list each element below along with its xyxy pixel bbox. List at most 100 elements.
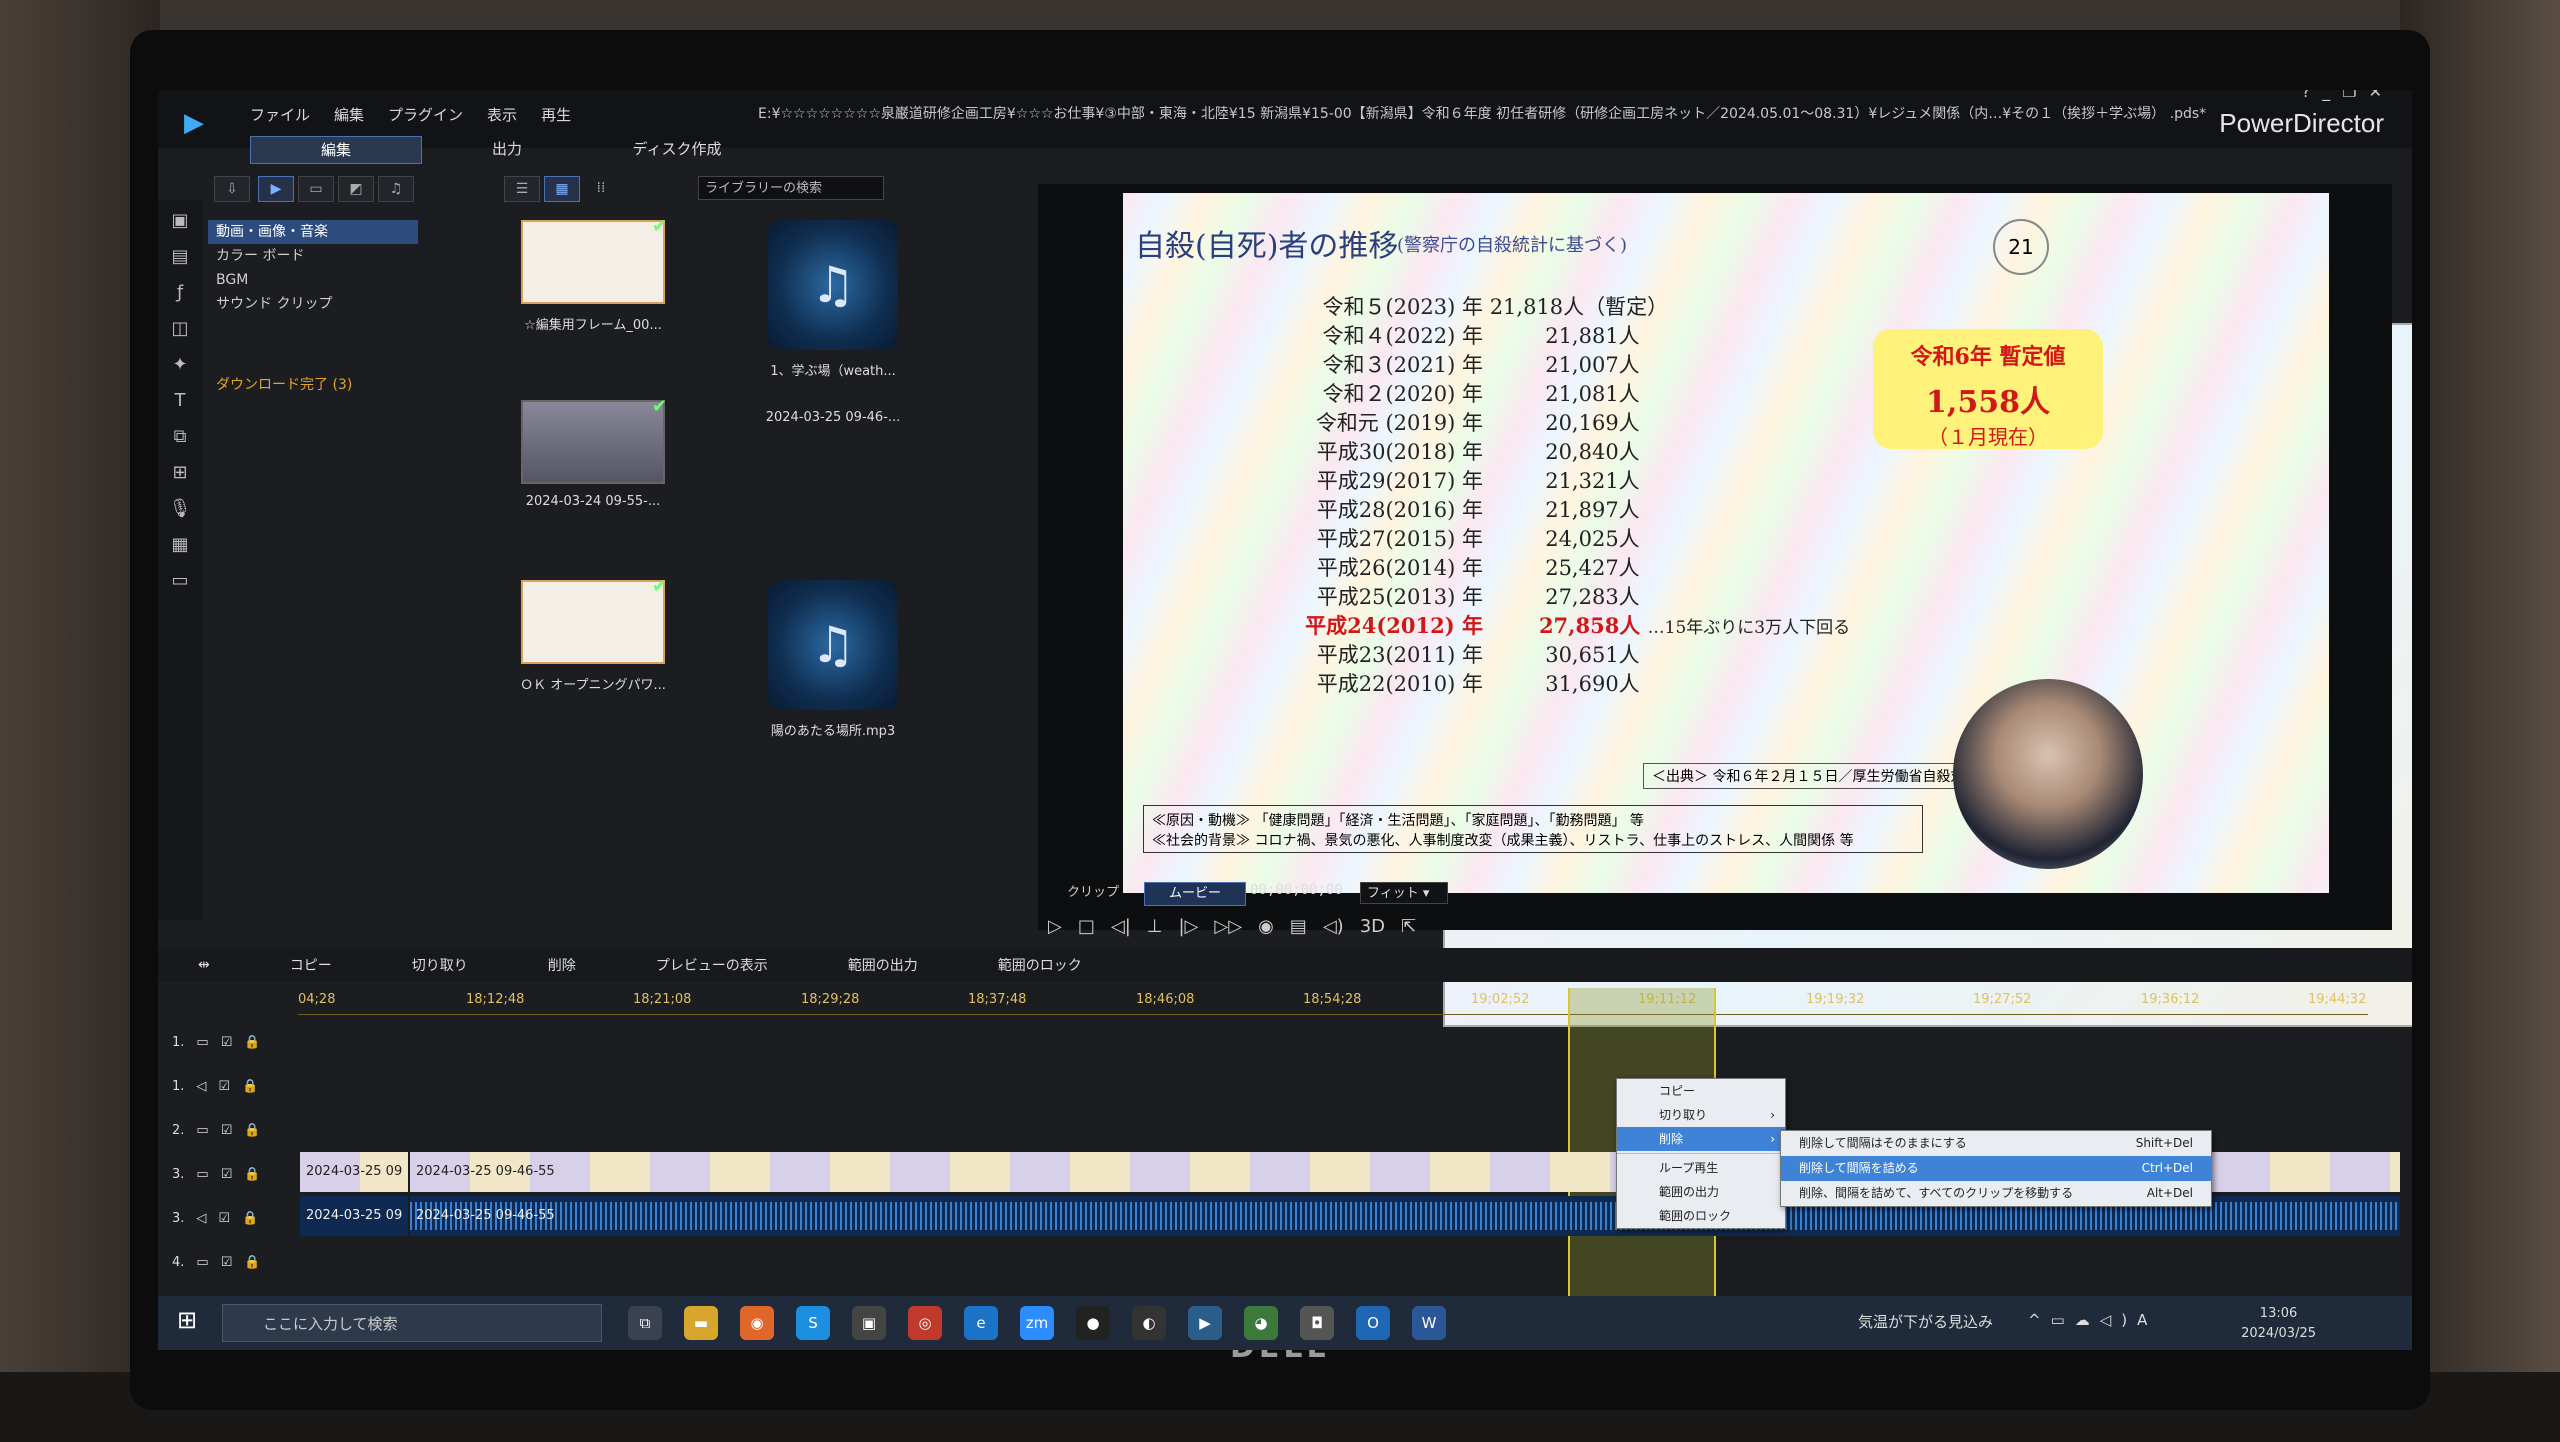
menu-item-delete[interactable]: 削除 › [1617, 1127, 1785, 1151]
audio-filter-icon[interactable]: ♫ [378, 176, 414, 202]
3d-toggle[interactable]: 3D [1360, 916, 1385, 937]
category-sound-clip[interactable]: サウンド クリップ [208, 292, 418, 316]
lock-icon[interactable]: 🔒 [244, 1123, 260, 1138]
track-enable-checkbox[interactable]: ☑ [218, 1211, 230, 1226]
restore-icon[interactable]: ❐ [2342, 90, 2356, 101]
library-item[interactable]: ♫ 1、学ぶ場（weath... [718, 220, 948, 390]
subtitle-room-icon[interactable]: ▭ [165, 566, 195, 596]
category-media[interactable]: 動画・画像・音楽 [208, 220, 418, 244]
task-view-icon[interactable]: ⧉ [628, 1306, 662, 1340]
next-frame-icon[interactable]: |▷ [1178, 916, 1198, 937]
lock-range-button[interactable]: 範囲のロック [958, 955, 1122, 975]
template-room-icon[interactable]: ▤ [165, 242, 195, 272]
chrome-icon[interactable]: ◕ [1244, 1306, 1278, 1340]
produce-range-button[interactable]: 範囲の出力 [808, 955, 958, 975]
camera-icon[interactable]: ◘ [1300, 1306, 1334, 1340]
fx-room-icon[interactable]: ƒ [165, 278, 195, 308]
library-search-input[interactable]: ライブラリーの検索 [698, 176, 884, 200]
tab-clip[interactable]: クリップ [1048, 882, 1138, 904]
menu-item-copy[interactable]: コピー [1617, 1079, 1785, 1103]
previous-frame-icon[interactable]: ◁| [1111, 916, 1131, 937]
minimize-icon[interactable]: _ [2322, 90, 2330, 101]
transition-room-icon[interactable]: ⧉ [165, 422, 195, 452]
word-icon[interactable]: W [1412, 1306, 1446, 1340]
app-icon[interactable]: ◎ [908, 1306, 942, 1340]
firefox-icon[interactable]: ◉ [740, 1306, 774, 1340]
cut-button[interactable]: 切り取り [372, 955, 508, 975]
tab-edit[interactable]: 編集 [250, 136, 422, 164]
weather-widget[interactable]: 気温が下がる見込み [1858, 1311, 1993, 1332]
copy-button[interactable]: コピー [250, 955, 372, 975]
menu-item-loop-play[interactable]: ループ再生 [1617, 1156, 1785, 1180]
delete-button[interactable]: 削除 [508, 955, 616, 975]
menu-file[interactable]: ファイル [250, 104, 310, 125]
menu-plugin[interactable]: プラグイン [388, 104, 463, 125]
timeline-track[interactable]: 1. ◁ ☑ 🔒 [158, 1064, 2412, 1108]
zoom-select[interactable]: フィット ▾ [1360, 882, 1448, 904]
category-bgm[interactable]: BGM [208, 268, 418, 292]
play-icon[interactable]: ▷ [1048, 916, 1062, 937]
ime-indicator[interactable]: A [2137, 1311, 2157, 1329]
library-item[interactable]: ✔ ☆編集用フレーム_00... [478, 216, 708, 390]
fast-forward-icon[interactable]: ▷▷ [1214, 916, 1242, 937]
track-enable-checkbox[interactable]: ☑ [221, 1035, 233, 1050]
timeline-track[interactable]: 1. ▭ ☑ 🔒 [158, 1020, 2412, 1064]
tab-disc[interactable]: ディスク作成 [592, 136, 762, 162]
tab-movie[interactable]: ムービー [1144, 882, 1246, 906]
volume-icon[interactable]: ◁) [2100, 1311, 2137, 1329]
outlook-icon[interactable]: O [1356, 1306, 1390, 1340]
undock-icon[interactable]: ⇱ [1401, 916, 1416, 937]
timeline-track[interactable]: 4. ▭ ☑ 🔒 [158, 1240, 2412, 1284]
menu-item-produce-range[interactable]: 範囲の出力 [1617, 1180, 1785, 1204]
menu-view[interactable]: 表示 [487, 104, 517, 125]
menu-item-delete-close-gap[interactable]: 削除して間隔を詰める Ctrl+Del [1781, 1156, 2211, 1181]
stop-icon[interactable]: □ [1078, 916, 1095, 937]
media-filter-all-icon[interactable]: ▶ [258, 176, 294, 202]
menu-play[interactable]: 再生 [541, 104, 571, 125]
recorder-icon[interactable]: ● [1076, 1306, 1110, 1340]
lock-icon[interactable]: 🔒 [244, 1167, 260, 1182]
menu-item-delete-move-all[interactable]: 削除、間隔を詰めて、すべてのクリップを移動する Alt+Del [1781, 1181, 2211, 1206]
network-icon[interactable]: ▭ [2051, 1311, 2075, 1329]
snapshot-icon[interactable]: ◉ [1258, 916, 1274, 937]
subtitle-icon[interactable]: ▤ [1290, 916, 1307, 937]
audio-mixing-room-icon[interactable]: ⊞ [165, 458, 195, 488]
timeline-ruler[interactable]: 04;28 18;12;48 18;21;08 18;29;28 18;37;48 18;… [298, 988, 2368, 1015]
cloud-icon[interactable]: ☁ [2075, 1311, 2100, 1329]
track-enable-checkbox[interactable]: ☑ [221, 1167, 233, 1182]
powerdirector-icon[interactable]: ▶ [1188, 1306, 1222, 1340]
clock[interactable]: 13:06 2024/03/25 [2241, 1304, 2316, 1344]
track-enable-checkbox[interactable]: ☑ [221, 1123, 233, 1138]
list-view-icon[interactable]: ☰ [504, 176, 540, 202]
menu-item-lock-range[interactable]: 範囲のロック [1617, 1204, 1785, 1228]
taskbar-search-input[interactable]: ここに入力して検索 [222, 1304, 602, 1342]
close-icon[interactable]: ✕ [2369, 90, 2382, 101]
app-icon[interactable]: ▣ [852, 1306, 886, 1340]
menu-item-delete-keep-gap[interactable]: 削除して間隔はそのままにする Shift+Del [1781, 1131, 2211, 1156]
library-item[interactable]: ♫ 陽のあたる場所.mp3 [718, 580, 948, 750]
track-enable-checkbox[interactable]: ☑ [218, 1079, 230, 1094]
lock-icon[interactable]: 🔒 [244, 1035, 260, 1050]
media-room-icon[interactable]: ▣ [165, 206, 195, 236]
chevron-up-icon[interactable]: ^ [2028, 1311, 2051, 1329]
volume-icon[interactable]: ◁) [1323, 916, 1344, 937]
track-enable-checkbox[interactable]: ☑ [221, 1255, 233, 1270]
chapter-room-icon[interactable]: ▦ [165, 530, 195, 560]
lock-icon[interactable]: 🔒 [242, 1211, 258, 1226]
help-icon[interactable]: ? [2302, 90, 2311, 101]
edge-icon[interactable]: e [964, 1306, 998, 1340]
library-item[interactable]: ✔ 2024-03-25 09-46-... [718, 323, 2412, 1027]
menu-edit[interactable]: 編集 [334, 104, 364, 125]
lock-icon[interactable]: 🔒 [244, 1255, 260, 1270]
grid-view-icon[interactable]: ▦ [544, 176, 580, 202]
app-icon[interactable]: ◐ [1132, 1306, 1166, 1340]
import-icon[interactable]: ⇩ [214, 176, 250, 202]
pip-room-icon[interactable]: ◫ [165, 314, 195, 344]
particle-room-icon[interactable]: ✦ [165, 350, 195, 380]
skype-icon[interactable]: S [796, 1306, 830, 1340]
small-grid-icon[interactable]: ⁞⁞ [584, 176, 618, 200]
voice-over-room-icon[interactable]: 🎙 [165, 494, 195, 524]
windows-start-icon[interactable]: ⊞ [170, 1306, 204, 1340]
image-filter-icon[interactable]: ◩ [338, 176, 374, 202]
audio-clip[interactable]: 2024-03-25 09 [300, 1196, 408, 1236]
